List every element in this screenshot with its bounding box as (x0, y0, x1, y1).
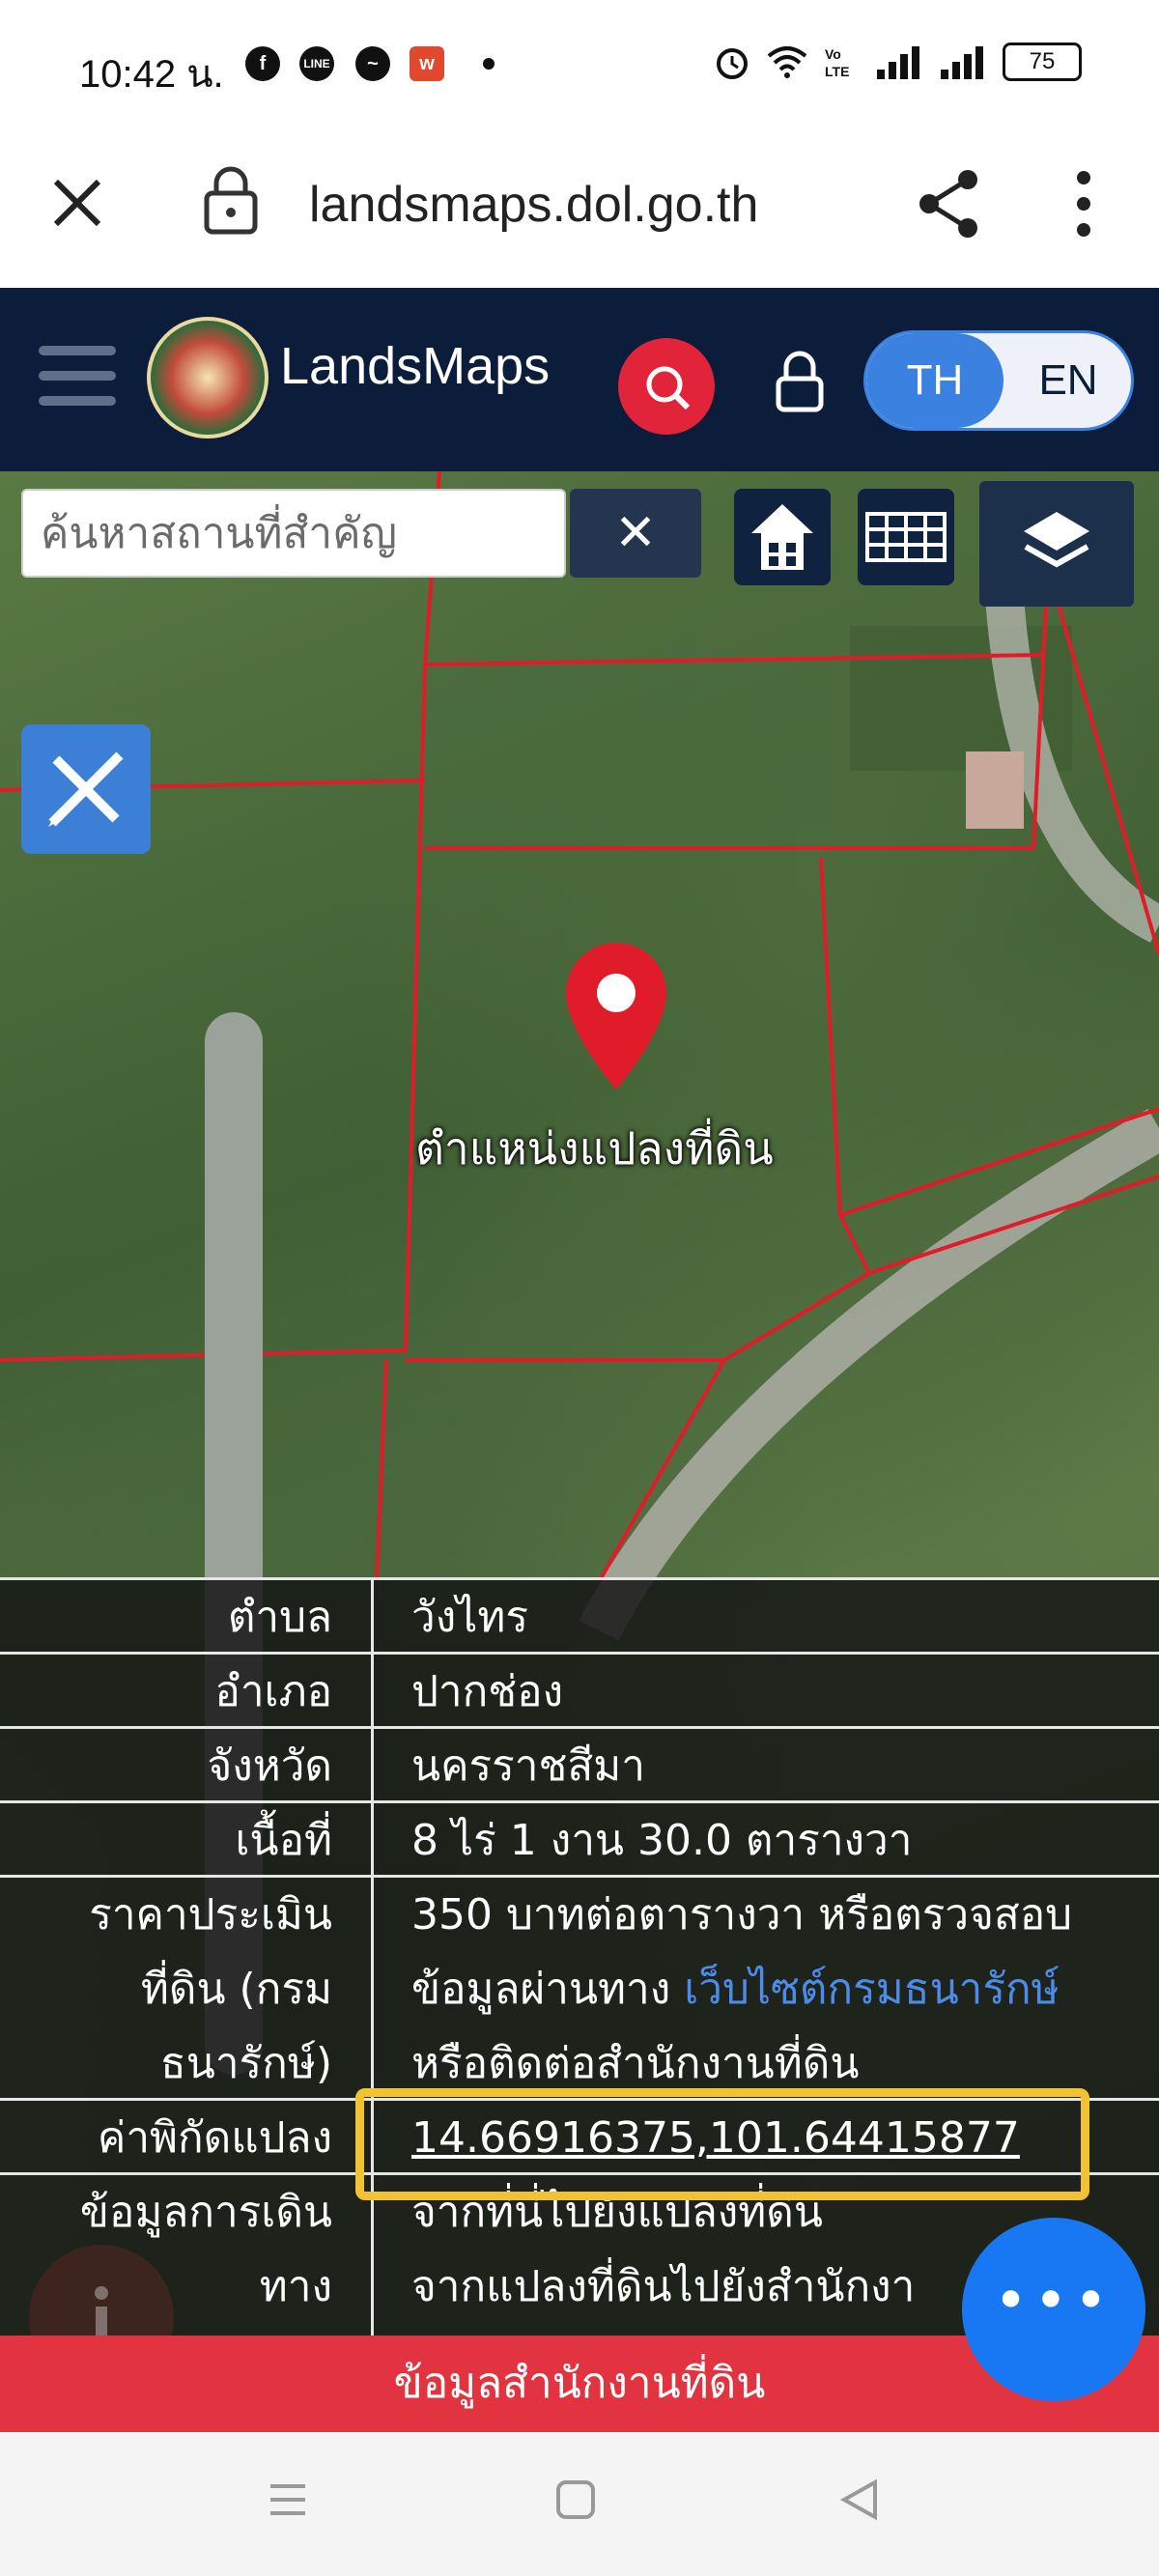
measure-tool-button[interactable] (21, 724, 151, 854)
ruler-pencil-icon (48, 751, 124, 827)
info-label: อำเภอ (214, 1667, 332, 1716)
info-label: จังหวัด (207, 1741, 332, 1791)
lang-th-option[interactable]: TH (866, 333, 1004, 428)
price-label-line-3: ธนารักษ์) (159, 2039, 332, 2088)
info-row-district: อำเภอ ปากช่อง (0, 1652, 1159, 1729)
search-icon (646, 366, 691, 410)
info-row-subdistrict: ตำบล วังไทร (0, 1577, 1159, 1655)
column-divider (371, 1729, 374, 1803)
info-label: เนื้อที่ (235, 1816, 332, 1865)
chat-fab-button[interactable]: ••• (962, 2218, 1145, 2401)
parcel-pin-label: ตำแหน่งแปลงที่ดิน (415, 1122, 774, 1175)
price-value-line-1: 350 บาทต่อตารางวา หรือตรวจสอบ (411, 1890, 1073, 1939)
price-text: ข้อมูลผ่านทาง (411, 1965, 685, 2014)
layers-button[interactable] (979, 481, 1134, 607)
directions-label-line-1: ข้อมูลการเดิน (79, 2188, 332, 2237)
grid-button[interactable] (858, 489, 954, 585)
info-row-province: จังหวัด นครราชสีมา (0, 1726, 1159, 1803)
more-dots-icon: ••• (993, 2267, 1115, 2335)
alarm-icon (717, 48, 748, 79)
messenger-icon: ~ (355, 46, 390, 81)
more-notifications-dot-icon (483, 58, 495, 70)
facebook-icon: f (245, 46, 280, 81)
coordinates-highlight-box (355, 2088, 1089, 2200)
department-seal-logo (147, 317, 269, 439)
battery-indicator: 75 (1003, 42, 1082, 81)
info-label: ตำบล (227, 1593, 332, 1642)
recent-apps-icon[interactable] (267, 2478, 309, 2521)
info-value: ปากช่อง (411, 1667, 564, 1716)
status-bar: 10:42 น. f LINE ~ w Vo LTE 75 (0, 0, 1159, 135)
search-button[interactable] (618, 338, 715, 435)
login-lock-icon[interactable] (773, 348, 827, 415)
wish-icon: w (410, 46, 444, 81)
clear-search-button[interactable]: ✕ (570, 489, 701, 578)
info-row-appraisal-price: ราคาประเมิน ที่ดิน (กรม ธนารักษ์) 350 บา… (0, 1875, 1159, 2101)
directions-to-office-link[interactable]: จากแปลงที่ดินไปยังสำนักงา (411, 2250, 915, 2324)
column-divider (371, 1655, 374, 1729)
info-value: นครราชสีมา (411, 1741, 645, 1791)
volte-icon: Vo LTE (825, 46, 849, 79)
price-label-line-2: ที่ดิน (กรม (140, 1965, 332, 2014)
line-icon: LINE (299, 46, 334, 81)
grid-icon (865, 512, 947, 562)
place-search-input[interactable] (23, 491, 564, 576)
home-nav-icon[interactable] (554, 2478, 597, 2521)
column-divider (371, 1803, 374, 1878)
wifi-icon (767, 46, 807, 78)
treasury-website-link[interactable]: เว็บไซต์กรมธนารักษ์ (684, 1965, 1059, 2014)
system-nav-bar (0, 2432, 1159, 2576)
back-icon[interactable] (838, 2478, 881, 2521)
info-row-area: เนื้อที่ 8 ไร่ 1 งาน 30.0 ตารางวา (0, 1800, 1159, 1878)
column-divider (371, 1878, 374, 2101)
hamburger-menu-icon[interactable] (39, 346, 116, 408)
map-pin-icon[interactable] (558, 939, 674, 1093)
price-value-line-2: ข้อมูลผ่านทาง เว็บไซต์กรมธนารักษ์ (411, 1952, 1060, 2026)
parcel-info-panel: ตำบล วังไทร อำเภอ ปากช่อง จังหวัด นครราช… (0, 1577, 1159, 2340)
signal-1-icon (877, 46, 919, 79)
layers-icon (1024, 512, 1089, 568)
home-icon (751, 504, 813, 570)
share-icon[interactable] (916, 168, 983, 240)
info-value: วังไทร (411, 1593, 528, 1642)
info-label: ค่าพิกัดแปลง (97, 2113, 332, 2163)
home-button[interactable] (734, 489, 831, 585)
price-label-line-1: ราคาประเมิน (89, 1890, 332, 1939)
app-header: LandsMaps TH EN (0, 288, 1159, 471)
brand-name: LandsMaps (280, 337, 551, 395)
overflow-menu-icon[interactable] (1072, 168, 1095, 240)
svg-text:LTE: LTE (825, 64, 849, 79)
close-tab-icon[interactable] (50, 176, 104, 230)
url-address[interactable]: landsmaps.dol.go.th (309, 176, 758, 234)
place-search-box[interactable] (21, 489, 566, 578)
status-time: 10:42 น. (79, 53, 224, 96)
svg-text:Vo: Vo (825, 46, 841, 62)
lock-icon[interactable] (203, 164, 259, 236)
status-right-cluster: Vo LTE 75 (713, 42, 1082, 81)
info-value: 8 ไร่ 1 งาน 30.0 ตารางวา (411, 1816, 913, 1865)
column-divider (371, 1580, 374, 1655)
browser-url-bar: landsmaps.dol.go.th (0, 135, 1159, 290)
language-toggle[interactable]: TH EN (863, 330, 1134, 431)
lang-en-option[interactable]: EN (1004, 333, 1131, 428)
signal-2-icon (941, 46, 983, 79)
